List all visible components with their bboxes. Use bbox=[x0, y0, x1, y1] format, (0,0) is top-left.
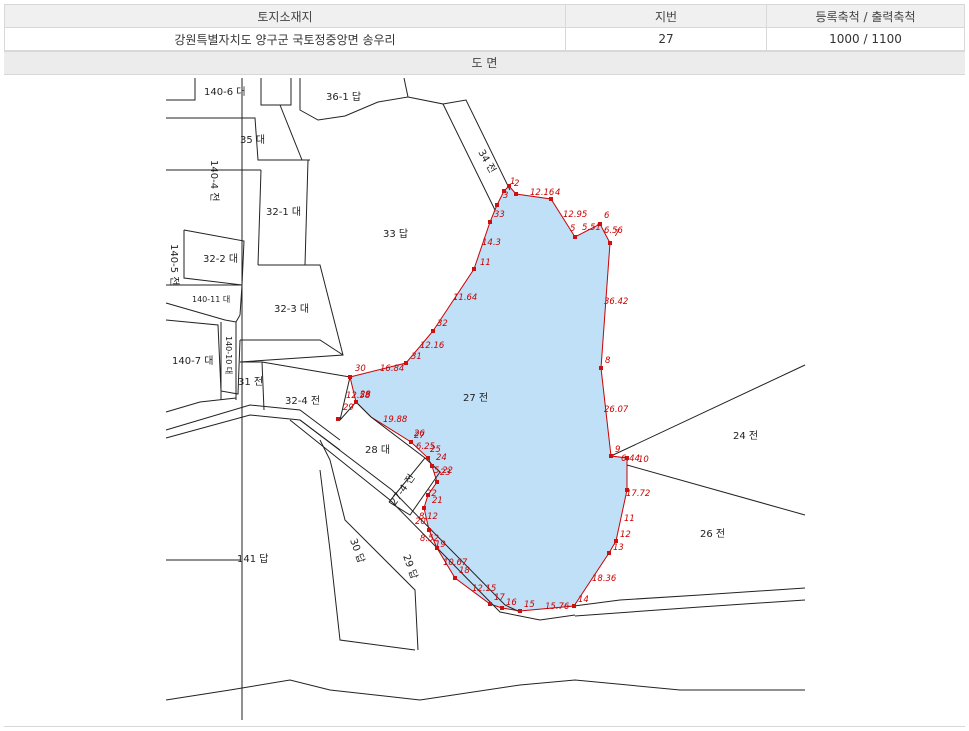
svg-text:12.16: 12.16 bbox=[420, 341, 445, 351]
parcel-label-36-1: 36-1 답 bbox=[326, 91, 361, 103]
parcel-label-24: 24 전 bbox=[733, 430, 758, 442]
svg-text:11.64: 11.64 bbox=[453, 293, 477, 303]
svg-text:17: 17 bbox=[494, 593, 505, 603]
parcel-label-27: 27 전 bbox=[463, 392, 488, 404]
svg-text:26.07: 26.07 bbox=[604, 405, 629, 415]
svg-text:8.12: 8.12 bbox=[419, 512, 438, 522]
svg-text:16: 16 bbox=[506, 598, 517, 608]
svg-text:10.67: 10.67 bbox=[443, 558, 468, 568]
svg-text:27: 27 bbox=[414, 431, 425, 441]
parcel-label-32-4: 32-4 전 bbox=[285, 395, 320, 407]
svg-text:13: 13 bbox=[613, 543, 624, 553]
parcel-label-30: 30 답 bbox=[347, 537, 367, 565]
boundary-point-marker bbox=[608, 241, 612, 245]
svg-text:9: 9 bbox=[615, 445, 620, 455]
boundary-point-marker bbox=[336, 417, 340, 421]
svg-text:17.72: 17.72 bbox=[626, 489, 650, 499]
boundary-point-marker bbox=[573, 235, 577, 239]
svg-text:29: 29 bbox=[343, 403, 354, 413]
boundary-point-marker bbox=[514, 192, 518, 196]
parcel-label-33: 33 답 bbox=[383, 228, 408, 240]
boundary-point-marker bbox=[426, 456, 430, 460]
parcel-label-141: 141 답 bbox=[237, 553, 268, 565]
boundary-point-marker bbox=[500, 606, 504, 610]
svg-text:32: 32 bbox=[437, 319, 448, 329]
svg-text:16.84: 16.84 bbox=[380, 364, 404, 374]
svg-text:8.52: 8.52 bbox=[420, 534, 439, 544]
svg-text:8: 8 bbox=[605, 356, 611, 366]
svg-text:33: 33 bbox=[494, 210, 505, 220]
parcel-label-140-10: 140-10 대 bbox=[224, 336, 233, 374]
boundary-point-marker bbox=[599, 366, 603, 370]
svg-text:3: 3 bbox=[503, 191, 508, 201]
boundary-point-marker bbox=[572, 604, 576, 608]
boundary-point-marker bbox=[348, 375, 352, 379]
boundary-point-marker bbox=[518, 609, 522, 613]
parcel-label-34: 34 전 bbox=[475, 148, 498, 176]
boundary-point-marker bbox=[495, 203, 499, 207]
boundary-point-marker bbox=[607, 551, 611, 555]
boundary-point-marker bbox=[609, 454, 613, 458]
svg-text:14.3: 14.3 bbox=[482, 238, 501, 248]
parcel-label-32-1: 32-1 대 bbox=[266, 206, 301, 218]
svg-text:5.51: 5.51 bbox=[582, 223, 601, 233]
svg-text:11: 11 bbox=[624, 514, 635, 524]
boundary-point-marker bbox=[409, 440, 413, 444]
parcel-label-140-6: 140-6 대 bbox=[204, 86, 245, 98]
svg-text:18.36: 18.36 bbox=[592, 574, 617, 584]
svg-text:6: 6 bbox=[604, 211, 610, 221]
svg-text:36.42: 36.42 bbox=[604, 297, 628, 307]
svg-text:30: 30 bbox=[355, 364, 366, 374]
parcel-label-140-11: 140-11 대 bbox=[192, 295, 230, 304]
parcel-label-140-7: 140-7 대 bbox=[172, 355, 213, 367]
boundary-point-marker bbox=[453, 576, 457, 580]
parcel-label-32-2: 32-2 대 bbox=[203, 253, 238, 265]
parcel-label-32-3: 32-3 대 bbox=[274, 303, 309, 315]
svg-text:15: 15 bbox=[524, 600, 535, 610]
svg-text:4: 4 bbox=[555, 188, 560, 198]
svg-text:14: 14 bbox=[578, 595, 589, 605]
svg-text:6.44: 6.44 bbox=[621, 454, 640, 464]
parcel-label-35: 35 대 bbox=[240, 134, 265, 146]
svg-text:15.76: 15.76 bbox=[545, 602, 570, 612]
parcel-label-140-4: 140-4 전 bbox=[208, 160, 220, 201]
boundary-point-marker bbox=[435, 480, 439, 484]
boundary-point-marker bbox=[422, 506, 426, 510]
parcel-label-140-5: 140-5 전 bbox=[168, 244, 180, 285]
bottom-divider bbox=[4, 726, 965, 727]
svg-text:12.15: 12.15 bbox=[472, 584, 496, 594]
svg-text:31: 31 bbox=[411, 352, 422, 362]
svg-text:19.88: 19.88 bbox=[383, 415, 408, 425]
parcel-label-31: 31 전 bbox=[238, 376, 263, 388]
svg-text:12: 12 bbox=[620, 530, 631, 540]
boundary-point-marker bbox=[488, 602, 492, 606]
svg-text:5: 5 bbox=[570, 224, 575, 234]
parcel-label-26: 26 전 bbox=[700, 528, 725, 540]
boundary-point-marker bbox=[427, 528, 431, 532]
svg-text:12.95: 12.95 bbox=[563, 210, 587, 220]
parcel-label-29: 29 답 bbox=[400, 553, 420, 581]
subject-parcel-area bbox=[349, 185, 628, 612]
svg-text:2: 2 bbox=[514, 179, 519, 189]
boundary-point-marker bbox=[472, 267, 476, 271]
boundary-point-marker bbox=[488, 220, 492, 224]
cadastral-map: 140-6 대 36-1 답 35 대 140-4 전 34 전 33 답 32… bbox=[165, 77, 806, 720]
svg-text:12.16: 12.16 bbox=[530, 188, 555, 198]
svg-text:22: 22 bbox=[426, 489, 437, 499]
svg-text:5.22: 5.22 bbox=[434, 466, 453, 476]
parcel-label-28: 28 대 bbox=[365, 444, 390, 456]
boundary-point-marker bbox=[431, 329, 435, 333]
svg-text:11: 11 bbox=[480, 258, 491, 268]
boundary-point-marker bbox=[404, 361, 408, 365]
svg-text:6.56: 6.56 bbox=[604, 226, 624, 236]
svg-text:6.25: 6.25 bbox=[416, 442, 435, 452]
svg-text:12.58: 12.58 bbox=[346, 391, 371, 401]
